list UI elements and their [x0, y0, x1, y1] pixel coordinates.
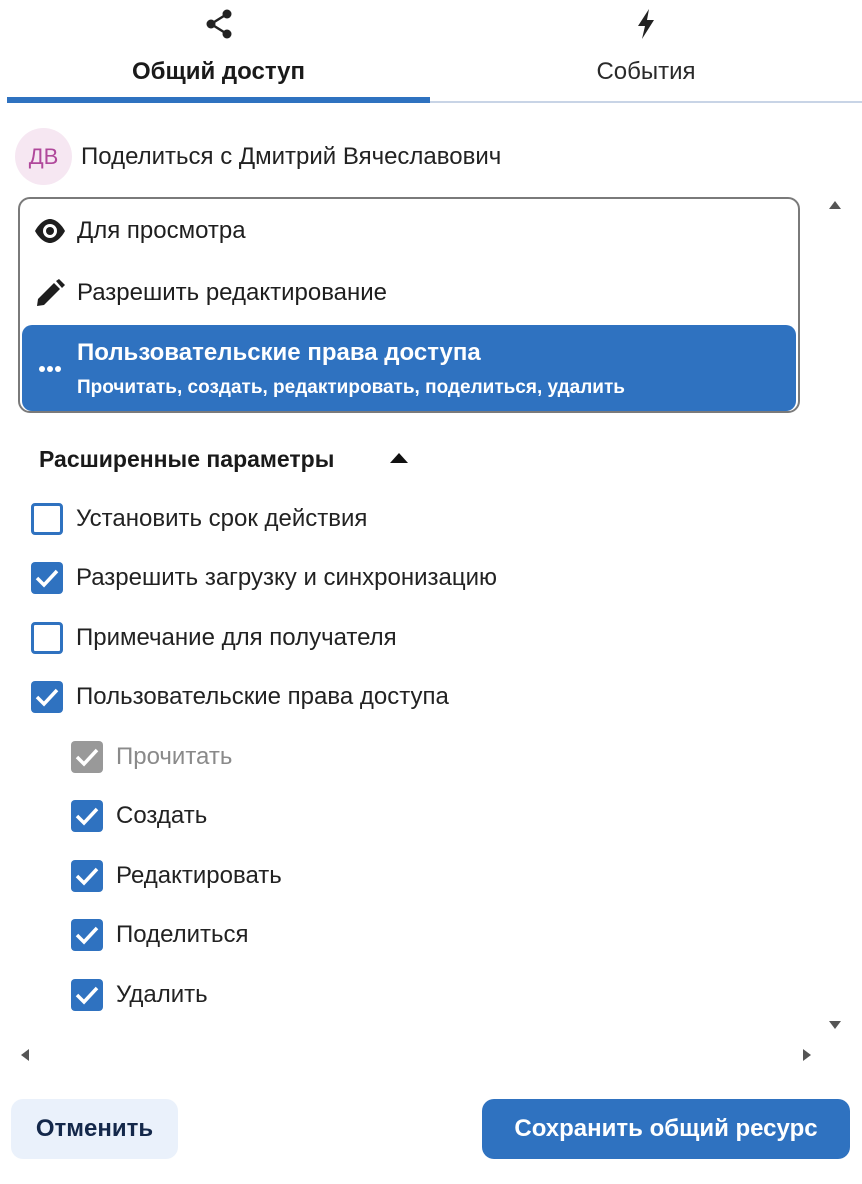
tab-sharing[interactable]: Общий доступ: [7, 0, 430, 104]
role-option-edit-label: Разрешить редактирование: [77, 279, 388, 306]
permission-share[interactable]: Поделиться: [71, 916, 371, 956]
role-option-custom-label: Пользовательские права доступа: [77, 339, 481, 366]
option-download-sync-label: Разрешить загрузку и синхронизацию: [76, 564, 498, 591]
custom-permissions-checkbox[interactable]: [31, 681, 63, 713]
save-share-button[interactable]: Сохранить общий ресурс: [482, 1099, 850, 1159]
share-icon: [204, 8, 234, 40]
option-expiration[interactable]: Установить срок действия: [31, 500, 531, 540]
lightning-icon: [631, 8, 661, 40]
permission-read-label: Прочитать: [116, 743, 233, 770]
permission-create[interactable]: Создать: [71, 797, 371, 837]
share-recipient: ДВ Поделиться с Дмитрий Вячеславович: [15, 128, 815, 186]
role-option-custom[interactable]: Пользовательские права доступа Прочитать…: [22, 325, 796, 411]
scroll-down-arrow[interactable]: [829, 1021, 841, 1029]
scroll-right-arrow[interactable]: [803, 1049, 811, 1061]
share-checkbox[interactable]: [71, 919, 103, 951]
cancel-button[interactable]: Отменить: [11, 1099, 178, 1159]
edit-checkbox[interactable]: [71, 860, 103, 892]
share-dialog: Общий доступ События ДВ Поделиться с Дми…: [0, 0, 862, 1184]
permission-edit[interactable]: Редактировать: [71, 857, 371, 897]
eye-icon: [34, 217, 66, 245]
pencil-icon: [34, 279, 66, 307]
option-expiration-label: Установить срок действия: [76, 505, 368, 532]
option-recipient-note[interactable]: Примечание для получателя: [31, 619, 531, 659]
ellipsis-icon: [34, 355, 66, 383]
role-option-custom-description: Прочитать, создать, редактировать, подел…: [77, 377, 625, 398]
caret-up-icon: [390, 453, 408, 463]
avatar: ДВ: [15, 128, 72, 185]
tab-events-label: События: [596, 58, 696, 85]
scroll-up-arrow[interactable]: [829, 201, 841, 209]
role-list: Для просмотра Разрешить редактирование П…: [18, 197, 800, 413]
tab-sharing-label: Общий доступ: [131, 58, 306, 85]
permission-read: Прочитать: [71, 738, 371, 778]
option-recipient-note-label: Примечание для получателя: [76, 624, 397, 651]
permission-share-label: Поделиться: [116, 921, 249, 948]
option-custom-permissions-label: Пользовательские права доступа: [76, 683, 449, 710]
download-sync-checkbox[interactable]: [31, 562, 63, 594]
tab-divider: [430, 101, 862, 103]
tab-events[interactable]: События: [430, 0, 862, 104]
recipient-note-checkbox[interactable]: [31, 622, 63, 654]
option-custom-permissions[interactable]: Пользовательские права доступа: [31, 678, 531, 718]
role-option-edit[interactable]: Разрешить редактирование: [20, 263, 798, 325]
expiration-checkbox[interactable]: [31, 503, 63, 535]
read-checkbox: [71, 741, 103, 773]
share-title: Поделиться с Дмитрий Вячеславович: [81, 143, 502, 170]
permission-delete-label: Удалить: [116, 981, 208, 1008]
permission-create-label: Создать: [116, 802, 208, 829]
permission-edit-label: Редактировать: [116, 862, 282, 889]
active-tab-indicator: [7, 97, 430, 103]
role-option-view-label: Для просмотра: [77, 217, 246, 244]
advanced-parameters-label: Расширенные параметры: [39, 446, 335, 472]
permission-delete[interactable]: Удалить: [71, 976, 371, 1016]
advanced-parameters-toggle[interactable]: Расширенные параметры: [39, 441, 439, 477]
option-download-sync[interactable]: Разрешить загрузку и синхронизацию: [31, 559, 631, 599]
scroll-left-arrow[interactable]: [21, 1049, 29, 1061]
delete-checkbox[interactable]: [71, 979, 103, 1011]
role-option-view[interactable]: Для просмотра: [20, 201, 798, 263]
create-checkbox[interactable]: [71, 800, 103, 832]
tab-bar: Общий доступ События: [0, 0, 862, 106]
